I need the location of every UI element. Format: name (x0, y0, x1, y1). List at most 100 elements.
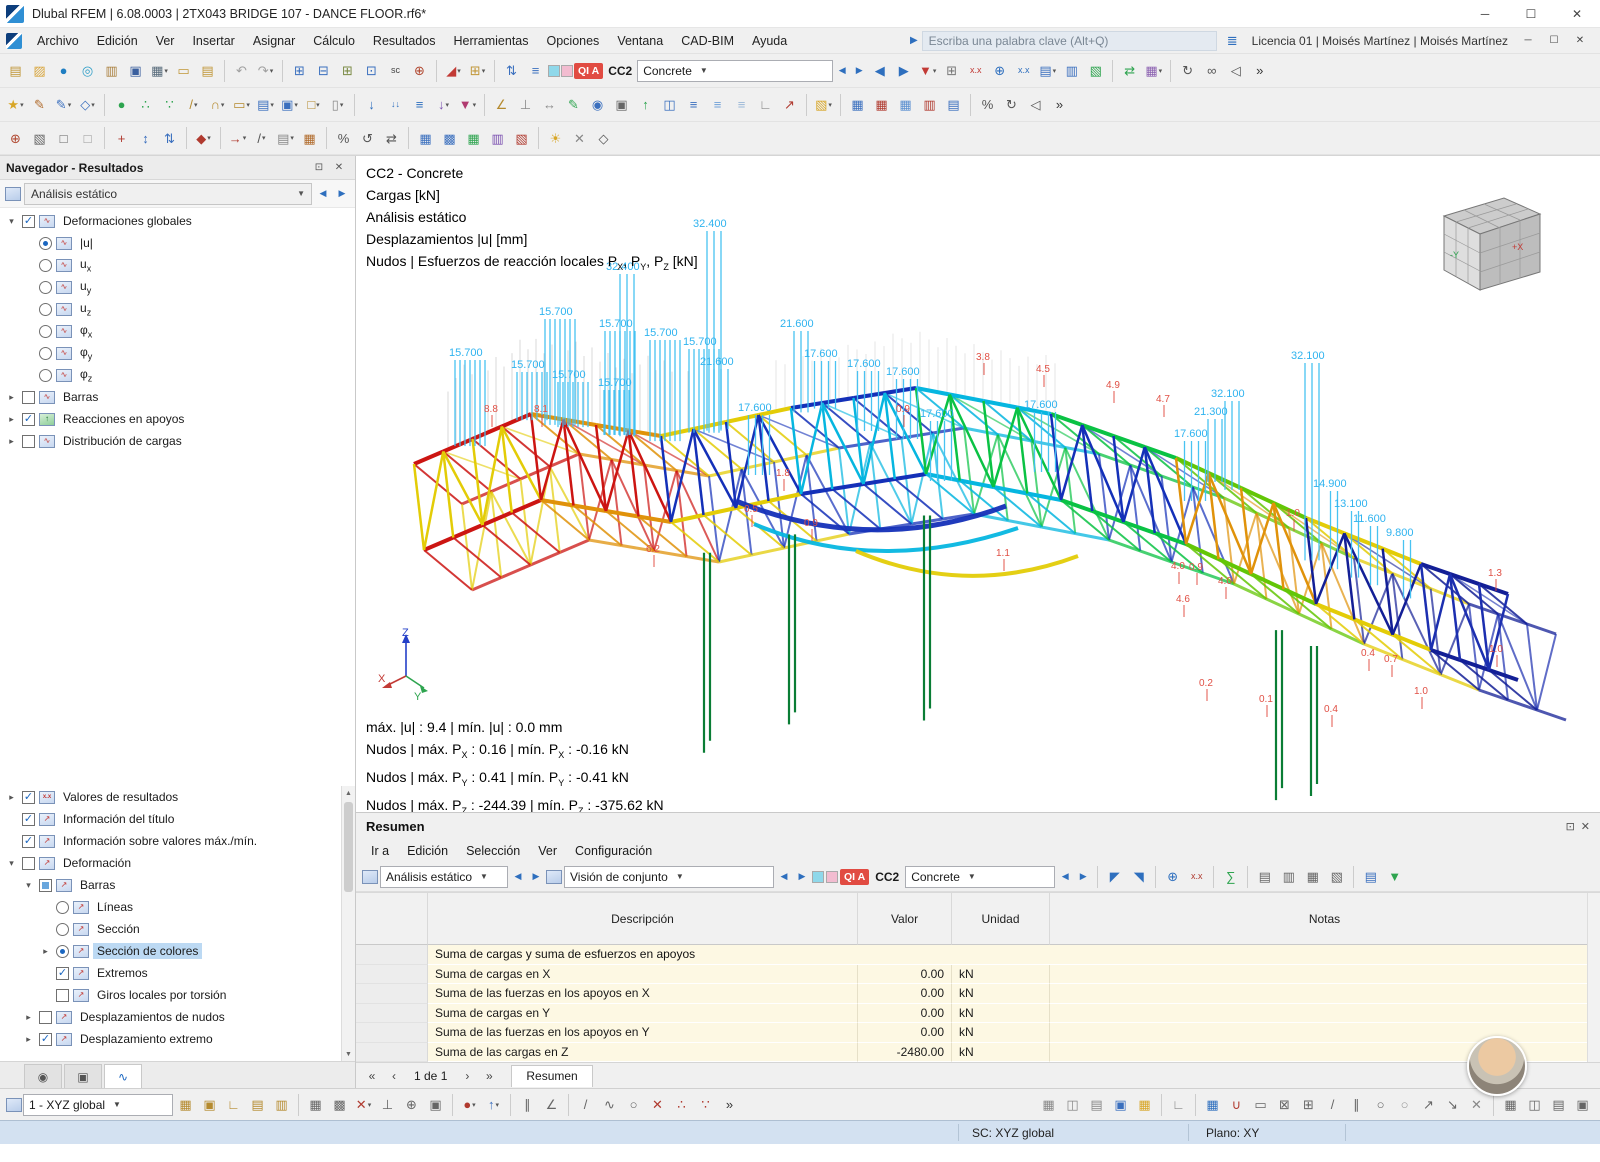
mesh-refine-icon[interactable]: ▦ (462, 127, 485, 150)
tree-item[interactable]: ↗ Información sobre valores máx./mín. (0, 830, 341, 852)
view3-icon[interactable]: ▦ (1301, 865, 1324, 888)
analysis-prev-button[interactable]: ◀ (315, 184, 331, 204)
brick-icon[interactable]: ▦ (298, 127, 321, 150)
tree-radio[interactable] (39, 280, 52, 294)
tree-item[interactable]: ↗ Sección (0, 918, 341, 940)
draw-line-icon[interactable]: / ▾ (250, 127, 273, 150)
tab-display-icon[interactable]: ◉ (24, 1064, 62, 1088)
tree-item[interactable]: ∿ φy (0, 342, 355, 364)
table-cell-descripcion[interactable]: Suma de las cargas en Z (428, 1042, 858, 1062)
view-top-icon[interactable]: □ (76, 127, 99, 150)
snap-perp-icon[interactable]: ⊥ (376, 1093, 399, 1116)
guideline-icon[interactable]: ⊥ (514, 93, 537, 116)
menu-item[interactable]: Archivo (28, 31, 88, 51)
snap-mid-icon[interactable]: ▩ (328, 1093, 351, 1116)
tree-radio[interactable] (39, 236, 52, 250)
dimension-icon[interactable]: ↔ (538, 93, 561, 116)
view2-icon[interactable]: ▥ (1277, 865, 1300, 888)
member-icon[interactable]: ▯ ▾ (326, 93, 349, 116)
summary-view-next-button[interactable]: ▶ (794, 867, 810, 887)
surface-icon[interactable]: ▤ ▾ (254, 93, 277, 116)
parallel-icon[interactable]: ∥ (516, 1093, 539, 1116)
user-avatar[interactable] (1467, 1036, 1527, 1096)
mesh-check-icon[interactable]: ▥ (486, 127, 509, 150)
x2-icon[interactable]: ✕ (1465, 1093, 1488, 1116)
point-entry-icon[interactable]: ● ▾ (458, 1093, 481, 1116)
quick-access-icon[interactable]: ≣ (1221, 29, 1244, 52)
tables-icon[interactable]: ⊞ (288, 59, 311, 82)
tree-checkbox[interactable] (22, 214, 35, 228)
tree-item[interactable]: ∿ uz (0, 298, 355, 320)
result-values-icon[interactable]: x.x (964, 59, 987, 82)
tree-expander-icon[interactable]: ▸ (22, 1034, 35, 1045)
navigator-close-button[interactable]: ✕ (329, 159, 349, 177)
doc-restore-button[interactable]: ☐ (1542, 31, 1566, 51)
fe-gold-icon[interactable]: ▦ (1133, 1093, 1156, 1116)
summary-tab[interactable]: Resumen (511, 1064, 593, 1087)
arrow-se-icon[interactable]: ↘ (1441, 1093, 1464, 1116)
summary-case-prev-button[interactable]: ◀ (1057, 867, 1073, 887)
axis-entry-icon[interactable]: ↑ ▾ (482, 1093, 505, 1116)
tree-checkbox[interactable] (56, 988, 69, 1002)
walkthrough-icon[interactable]: ↑ (634, 93, 657, 116)
print-icon[interactable]: ▦ ▾ (148, 59, 171, 82)
sync-icon[interactable]: ↻ (1176, 59, 1199, 82)
close-button[interactable]: ✕ (1554, 0, 1600, 27)
rect-icon[interactable]: ▭ ▾ (230, 93, 253, 116)
tree-item[interactable]: ▸ x.x Valores de resultados (0, 786, 341, 808)
next-load-icon[interactable]: ▶ (892, 59, 915, 82)
cad-circle-icon[interactable]: ○ (622, 1093, 645, 1116)
ortho-icon[interactable]: ∟ (222, 1093, 245, 1116)
par2-icon[interactable]: ∥ (1345, 1093, 1368, 1116)
measure-icon[interactable]: ∠ (490, 93, 513, 116)
summary-view-combobox[interactable]: Visión de conjunto ▼ (564, 865, 774, 888)
extreme-values-icon[interactable]: x.x (1012, 59, 1035, 82)
summary-case-next-button[interactable]: ▶ (1075, 867, 1091, 887)
imposed-load-icon[interactable]: ▼ ▾ (456, 93, 479, 116)
dlubal-online-icon[interactable]: ● (52, 59, 75, 82)
menu-item[interactable]: Resultados (364, 31, 445, 51)
sc-icon[interactable]: sc (384, 59, 407, 82)
tree-radio[interactable] (56, 944, 69, 958)
load-list-icon[interactable]: ≡ (524, 59, 547, 82)
reports-icon[interactable]: ▤ (196, 59, 219, 82)
table-manager-icon[interactable]: ⊟ (312, 59, 335, 82)
mirror-icon[interactable]: ◁ (1224, 59, 1247, 82)
shadow-icon[interactable]: ☀ (544, 127, 567, 150)
summary-menu-item[interactable]: Ver (529, 842, 566, 860)
circle2-icon[interactable]: ○ (1369, 1093, 1392, 1116)
find-icon[interactable]: ⊕ (1161, 865, 1184, 888)
tree-item[interactable]: ↗ Líneas (0, 896, 341, 918)
snap-node-icon[interactable]: ▣ (424, 1093, 447, 1116)
node-copy-icon[interactable]: ∵ (158, 93, 181, 116)
prev-load-icon[interactable]: ◀ (868, 59, 891, 82)
undo-icon[interactable]: ↶ (230, 59, 253, 82)
overflow-icon[interactable]: » (1248, 59, 1271, 82)
summary-next-button[interactable]: ▶ (528, 867, 544, 887)
model-viewport[interactable]: CC2 - Concrete Cargas [kN] Análisis estáti… (356, 156, 1600, 812)
spreadsheet-icon[interactable]: ⊞ (336, 59, 359, 82)
leader-icon[interactable]: ↗ (778, 93, 801, 116)
doc-close-button[interactable]: ✕ (1568, 31, 1592, 51)
corner-icon[interactable]: ∟ (1167, 1093, 1190, 1116)
move-node-icon[interactable]: + (110, 127, 133, 150)
redo-icon[interactable]: ↷ ▾ (254, 59, 277, 82)
mesh-settings-icon[interactable]: ▩ (438, 127, 461, 150)
summary-case-combobox[interactable]: Concrete ▼ (905, 865, 1056, 888)
tree-expander-icon[interactable]: ▾ (22, 880, 35, 891)
tree-item[interactable]: ∿ ux (0, 254, 355, 276)
tree-item[interactable]: ▸ ↗ Sección de colores (0, 940, 341, 962)
tree-checkbox[interactable] (22, 434, 35, 448)
tree-radio[interactable] (56, 900, 69, 914)
prev-case-button[interactable]: ◀ (834, 61, 850, 81)
grid-yz-icon[interactable]: ▥ (918, 93, 941, 116)
filter-results-icon[interactable]: ▼ ▾ (916, 59, 939, 82)
magnet-icon[interactable]: ∪ (1225, 1093, 1248, 1116)
tree-expander-icon[interactable]: ▸ (39, 946, 52, 957)
mesh-display-icon[interactable]: ⊞ (940, 59, 963, 82)
fe-layout-icon[interactable]: ◫ (1061, 1093, 1084, 1116)
menu-item[interactable]: Ver (147, 31, 184, 51)
save-icon[interactable]: ▣ (124, 59, 147, 82)
result-diagrams-icon[interactable]: ▤ ▾ (1036, 59, 1059, 82)
navigator-float-button[interactable]: ⊡ (309, 159, 329, 177)
